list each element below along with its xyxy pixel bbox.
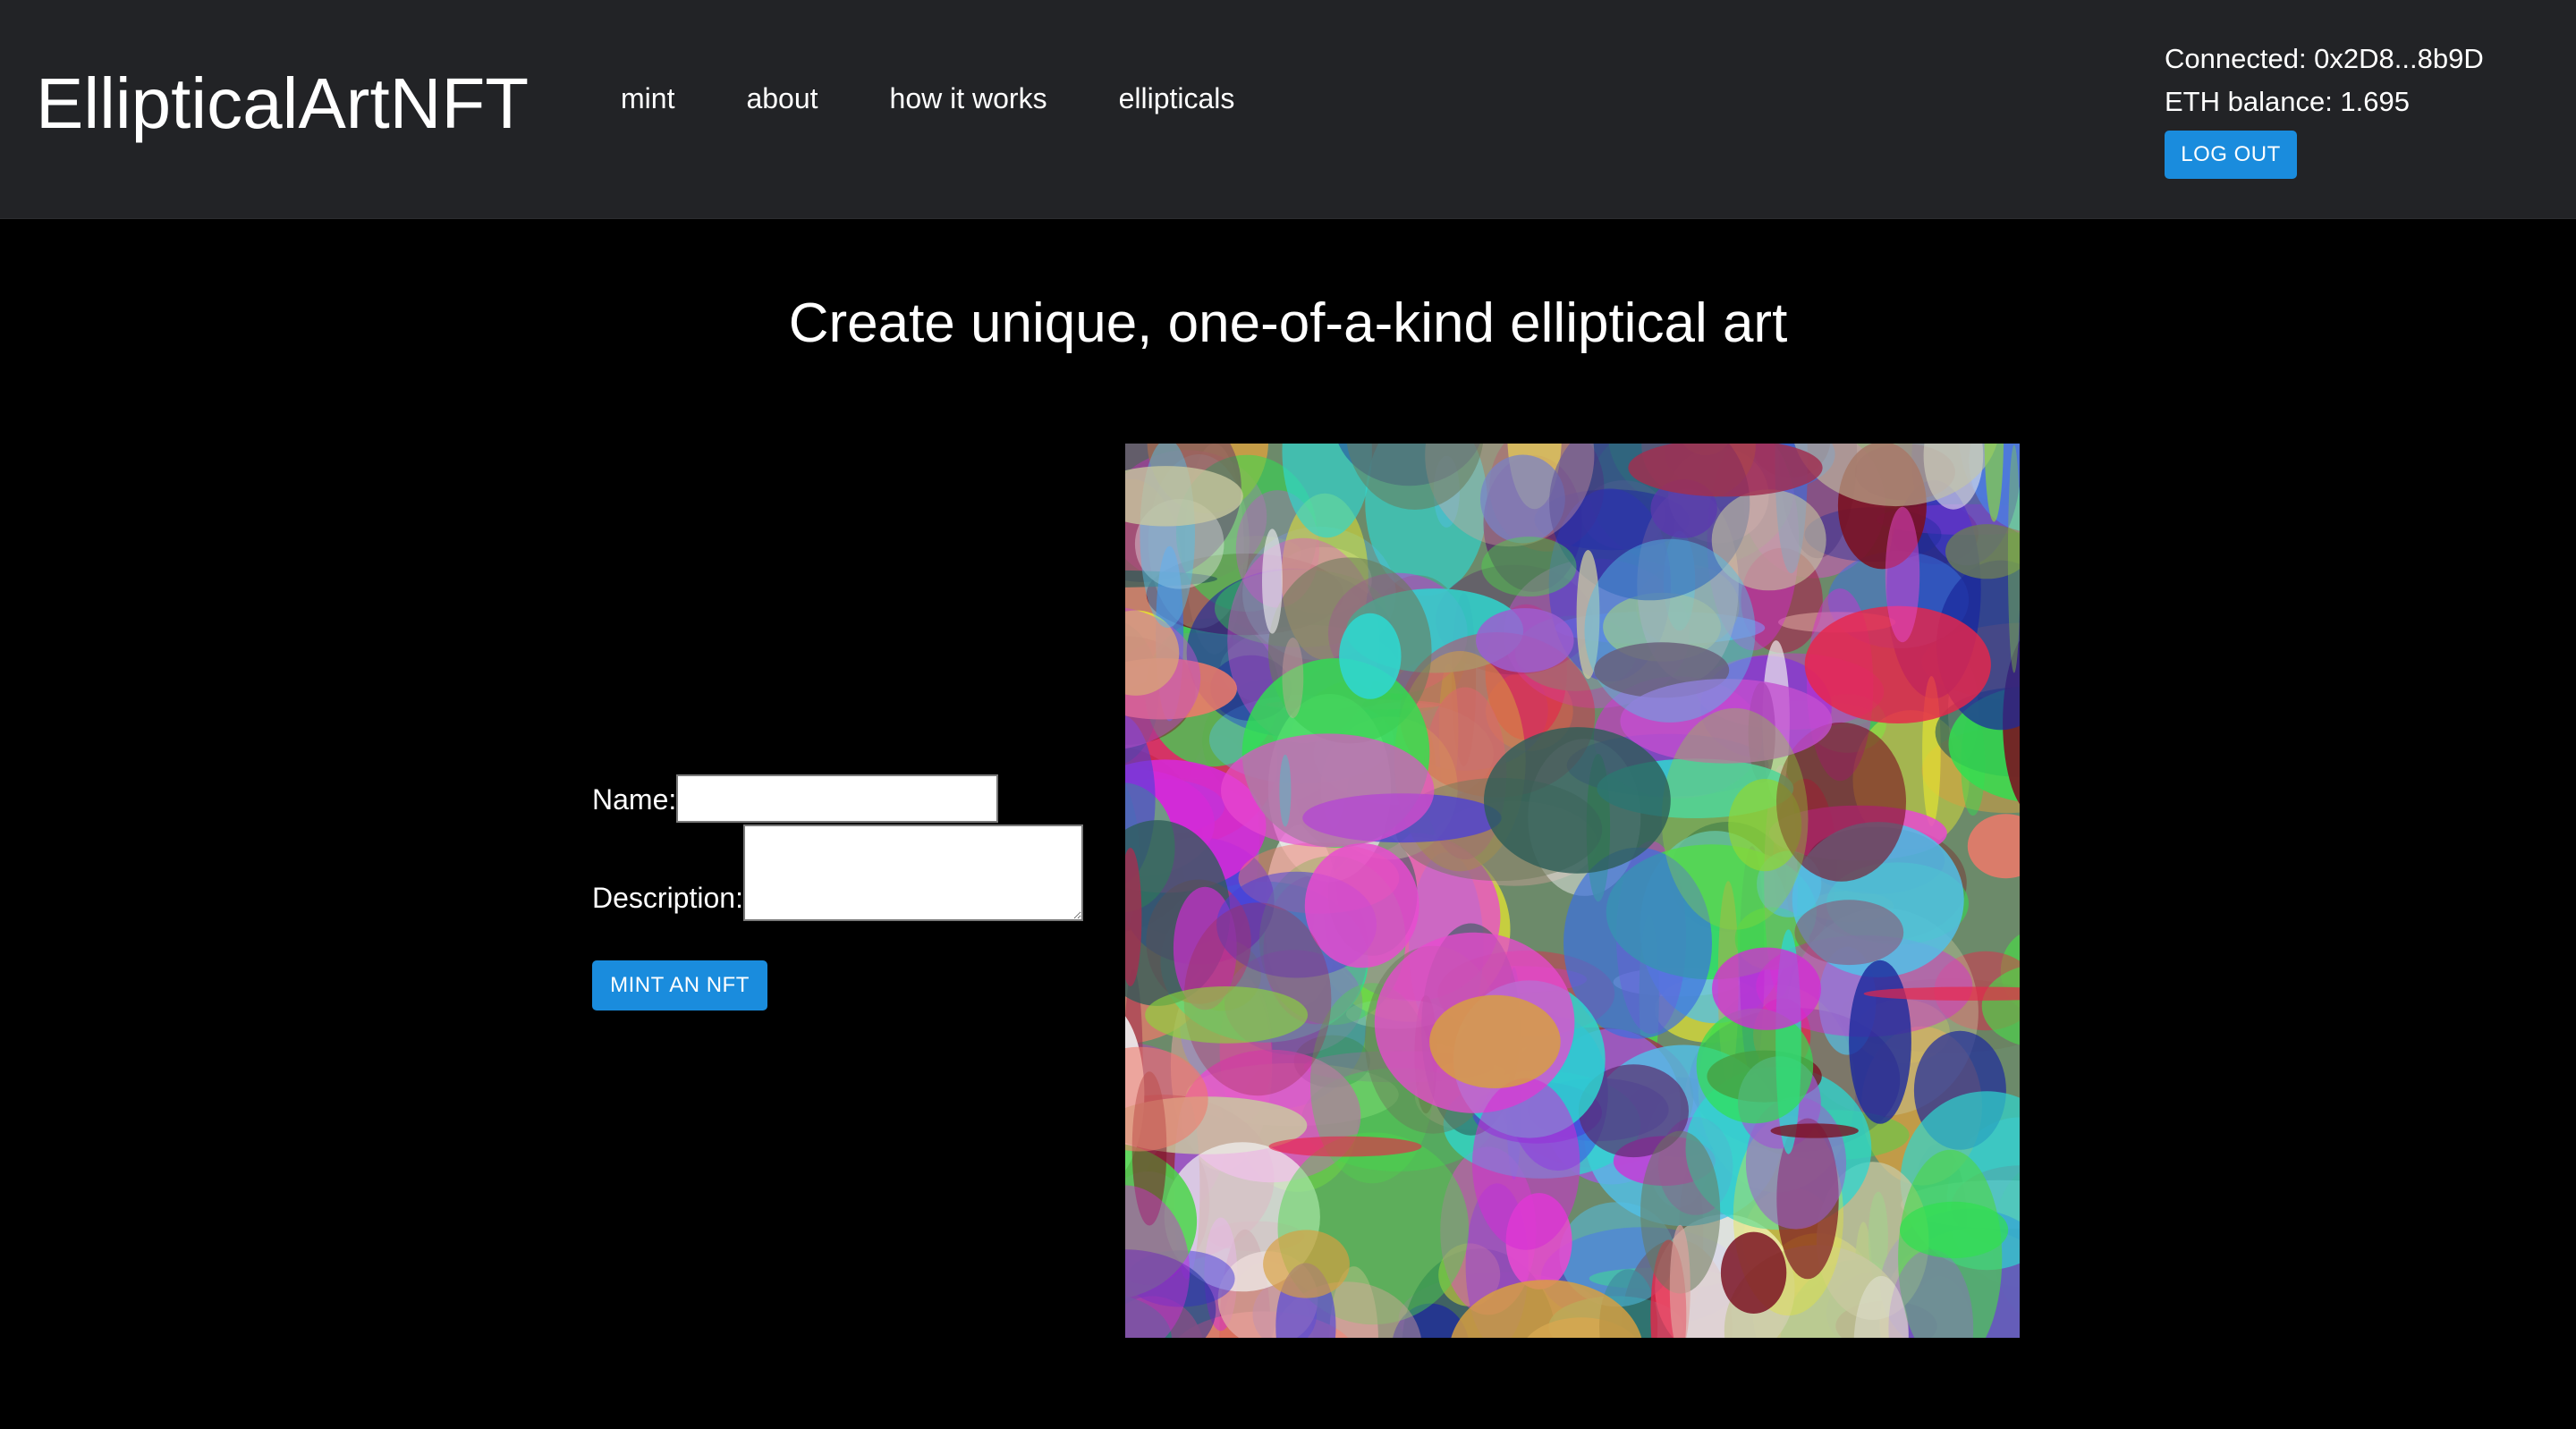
art-ellipse <box>1268 1136 1422 1157</box>
nav-link-mint[interactable]: mint <box>621 82 674 115</box>
elliptical-art-svg <box>1125 444 2020 1338</box>
mint-form: Name: Description: MINT AN NFT <box>592 774 1083 1010</box>
connected-address: Connected: 0x2D8...8b9D <box>2165 43 2484 74</box>
art-ellipse <box>1661 707 1809 930</box>
eth-balance: ETH balance: 1.695 <box>2165 86 2411 117</box>
description-label: Description: <box>592 882 743 914</box>
art-ellipse <box>1304 843 1419 968</box>
art-ellipse <box>1282 638 1304 718</box>
top-navbar: EllipticalArtNFT mint about how it works… <box>0 0 2576 219</box>
elliptical-art-canvas[interactable] <box>1125 444 2020 1338</box>
art-ellipse <box>1472 1078 1580 1250</box>
art-ellipse <box>1476 608 1574 673</box>
art-ellipse <box>1279 754 1292 827</box>
name-row: Name: <box>592 774 1083 823</box>
account-panel: Connected: 0x2D8...8b9D ETH balance: 1.6… <box>2165 38 2484 179</box>
art-ellipse <box>1770 1123 1859 1138</box>
nav-link-about[interactable]: about <box>746 82 818 115</box>
art-ellipse <box>1145 986 1309 1044</box>
brand-logo[interactable]: EllipticalArtNFT <box>36 59 529 148</box>
logout-button[interactable]: LOG OUT <box>2165 131 2297 179</box>
art-ellipse <box>1429 994 1561 1088</box>
mint-nft-button[interactable]: MINT AN NFT <box>592 960 767 1010</box>
name-input[interactable] <box>676 774 999 823</box>
nav-link-ellipticals[interactable]: ellipticals <box>1119 82 1235 115</box>
art-ellipse <box>1720 1231 1787 1314</box>
main-nav: mint about how it works ellipticals <box>621 77 1306 120</box>
art-ellipse <box>1484 727 1671 874</box>
art-ellipse <box>1849 960 1911 1124</box>
page: EllipticalArtNFT mint about how it works… <box>0 0 2576 1429</box>
description-textarea[interactable] <box>742 824 1083 921</box>
art-ellipse <box>1262 528 1283 634</box>
art-ellipse <box>1712 947 1821 1030</box>
art-ellipse <box>1339 613 1402 699</box>
art-ellipse <box>1481 537 1577 597</box>
description-row: Description: <box>592 824 1083 921</box>
nav-link-how-it-works[interactable]: how it works <box>890 82 1047 115</box>
name-label: Name: <box>592 783 677 816</box>
art-ellipse <box>1794 900 1904 966</box>
art-ellipse <box>1900 1201 2009 1258</box>
art-ellipse <box>1885 506 1920 643</box>
page-title: Create unique, one-of-a-kind elliptical … <box>788 292 1788 354</box>
art-ellipse <box>1263 1230 1350 1298</box>
art-ellipse <box>1584 538 1756 723</box>
art-ellipse <box>1221 733 1435 848</box>
